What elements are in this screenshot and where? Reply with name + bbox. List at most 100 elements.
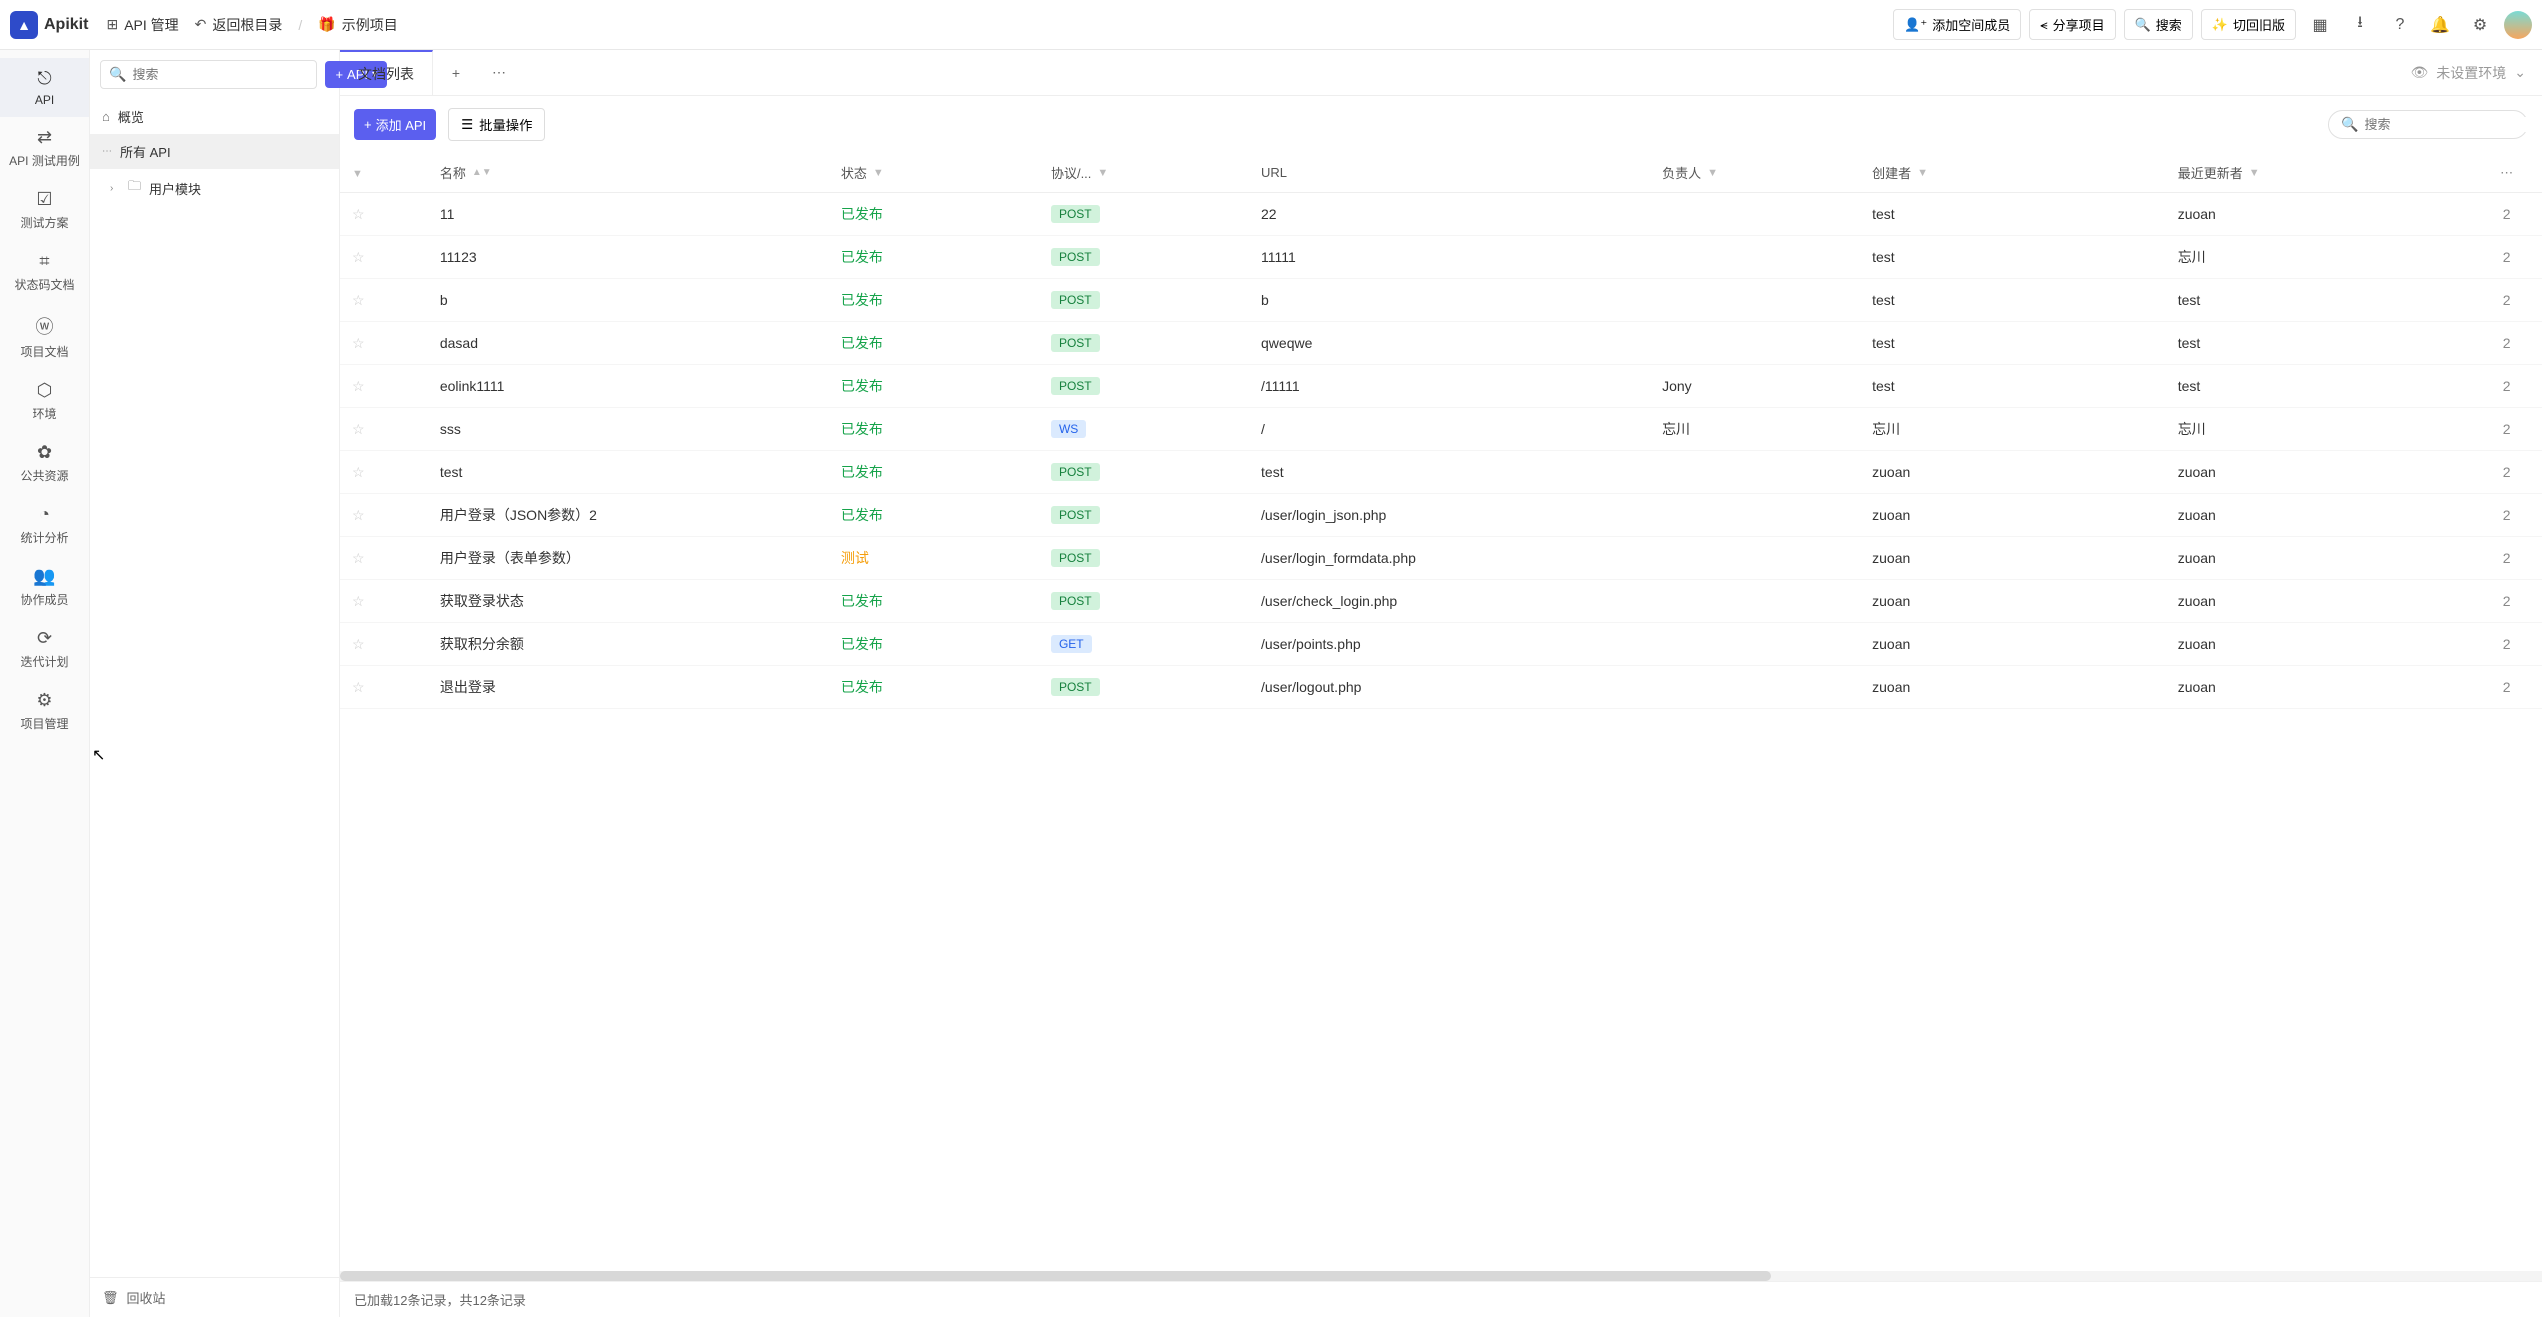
filter-icon[interactable]: ▼: [2249, 167, 2260, 179]
table-row[interactable]: ☆ 退出登录 已发布 POST /user/logout.php zuoan z…: [340, 666, 2542, 709]
filter-icon[interactable]: ▼: [1707, 167, 1718, 179]
download-icon[interactable]: ⭳: [2344, 9, 2376, 41]
star-icon[interactable]: ☆: [352, 679, 365, 695]
table-row[interactable]: ☆ 11123 已发布 POST 11111 test 忘川 2: [340, 236, 2542, 279]
share-project-button[interactable]: ⪪ 分享项目: [2029, 9, 2115, 40]
rail-item-1[interactable]: ⇄API 测试用例: [0, 117, 89, 179]
star-icon[interactable]: ☆: [352, 464, 365, 480]
filter-icon[interactable]: ▼: [1917, 167, 1928, 179]
wand-icon: ✨: [2212, 17, 2228, 33]
back-root-nav[interactable]: ↶ 返回根目录: [195, 15, 283, 35]
add-api-button[interactable]: + 添加 API: [354, 109, 436, 140]
project-breadcrumb[interactable]: 🎁 示例项目: [318, 15, 397, 35]
more-icon[interactable]: ⋯: [2500, 165, 2513, 180]
rail-item-4[interactable]: ⓦ项目文档: [0, 303, 89, 370]
rail-label: 环境: [32, 405, 56, 422]
rail-item-2[interactable]: ☑测试方案: [0, 179, 89, 241]
cell-url: /user/login_json.php: [1249, 494, 1650, 537]
breadcrumb-separator: /: [298, 17, 302, 33]
filter-icon[interactable]: ▼: [1097, 167, 1108, 179]
logo[interactable]: ▲ Apikit: [10, 11, 88, 39]
cell-owner: [1650, 279, 1860, 322]
scrollbar-thumb[interactable]: [340, 1271, 1771, 1281]
sidebar-search-input[interactable]: [132, 67, 308, 82]
search-button[interactable]: 🔍 搜索: [2124, 9, 2193, 40]
tree-all-api[interactable]: ⋯ 所有 API: [90, 134, 339, 169]
filter-icon[interactable]: ▼: [873, 167, 884, 179]
table-wrap[interactable]: ▼ 名称▲▼ 状态▼ 协议/...▼ URL 负责人▼ 创建者▼ 最近更新者▼ …: [340, 153, 2542, 1271]
star-icon[interactable]: ☆: [352, 593, 365, 609]
cell-creator: zuoan: [1860, 451, 2166, 494]
tab-add[interactable]: +: [433, 50, 479, 95]
table-row[interactable]: ☆ test 已发布 POST test zuoan zuoan 2: [340, 451, 2542, 494]
star-icon[interactable]: ☆: [352, 636, 365, 652]
bell-icon[interactable]: 🔔: [2424, 9, 2456, 41]
table-search-input[interactable]: [2364, 117, 2540, 132]
gear-icon[interactable]: ⚙: [2464, 9, 2496, 41]
star-icon[interactable]: ☆: [352, 292, 365, 308]
col-status[interactable]: 状态: [841, 163, 867, 182]
calendar-icon[interactable]: ▦: [2304, 9, 2336, 41]
table-row[interactable]: ☆ 用户登录（表单参数） 测试 POST /user/login_formdat…: [340, 537, 2542, 580]
share-label: 分享项目: [2053, 15, 2105, 34]
col-protocol[interactable]: 协议/...: [1051, 163, 1091, 182]
batch-button[interactable]: ☰ 批量操作: [448, 108, 545, 141]
tab-more[interactable]: ⋯: [479, 50, 519, 95]
star-icon[interactable]: ☆: [352, 550, 365, 566]
tree-overview[interactable]: ⌂ 概览: [90, 99, 339, 134]
star-icon[interactable]: ☆: [352, 378, 365, 394]
help-icon[interactable]: ?: [2384, 9, 2416, 41]
filter-icon[interactable]: ▼: [352, 168, 363, 180]
table-row[interactable]: ☆ eolink1111 已发布 POST /11111 Jony test t…: [340, 365, 2542, 408]
tab-doc-list[interactable]: 文档列表: [340, 50, 433, 95]
cell-url: /user/logout.php: [1249, 666, 1650, 709]
rail-item-8[interactable]: 👥协作成员: [0, 556, 89, 618]
col-owner[interactable]: 负责人: [1662, 163, 1701, 182]
sidebar-search[interactable]: 🔍: [100, 60, 317, 89]
api-management-nav[interactable]: ⊞ API 管理: [106, 15, 178, 35]
sort-icon[interactable]: ▲▼: [472, 170, 492, 176]
cell-extra: 2: [2471, 451, 2542, 494]
left-rail: ⎋API⇄API 测试用例☑测试方案⌗状态码文档ⓦ项目文档⬡环境✿公共资源◔统计…: [0, 50, 90, 1317]
col-url[interactable]: URL: [1261, 165, 1287, 180]
cell-extra: 2: [2471, 580, 2542, 623]
table-row[interactable]: ☆ sss 已发布 WS / 忘川 忘川 忘川 2: [340, 408, 2542, 451]
rail-item-10[interactable]: ⚙项目管理: [0, 680, 89, 742]
table-row[interactable]: ☆ 获取积分余额 已发布 GET /user/points.php zuoan …: [340, 623, 2542, 666]
rail-item-6[interactable]: ✿公共资源: [0, 432, 89, 494]
table-row[interactable]: ☆ dasad 已发布 POST qweqwe test test 2: [340, 322, 2542, 365]
rail-item-3[interactable]: ⌗状态码文档: [0, 241, 89, 303]
method-badge: POST: [1051, 334, 1100, 352]
table-row[interactable]: ☆ 用户登录（JSON参数）2 已发布 POST /user/login_jso…: [340, 494, 2542, 537]
cell-updater: test: [2166, 322, 2472, 365]
col-updater[interactable]: 最近更新者: [2178, 163, 2243, 182]
star-icon[interactable]: ☆: [352, 206, 365, 222]
table-row[interactable]: ☆ 11 已发布 POST 22 test zuoan 2: [340, 193, 2542, 236]
star-icon[interactable]: ☆: [352, 507, 365, 523]
col-creator[interactable]: 创建者: [1872, 163, 1911, 182]
col-name[interactable]: 名称: [440, 163, 466, 182]
env-selector[interactable]: 👁 未设置环境 ⌄: [2394, 50, 2542, 95]
cell-extra: 2: [2471, 623, 2542, 666]
cell-status: 已发布: [841, 593, 883, 609]
star-icon[interactable]: ☆: [352, 249, 365, 265]
rail-item-7[interactable]: ◔统计分析: [0, 494, 89, 556]
tree-user-module[interactable]: › 🗀 用户模块: [90, 169, 339, 207]
star-icon[interactable]: ☆: [352, 335, 365, 351]
rail-item-0[interactable]: ⎋API: [0, 58, 89, 117]
star-icon[interactable]: ☆: [352, 421, 365, 437]
cell-creator: test: [1860, 279, 2166, 322]
rail-label: 状态码文档: [14, 276, 74, 293]
table-row[interactable]: ☆ 获取登录状态 已发布 POST /user/check_login.php …: [340, 580, 2542, 623]
table-row[interactable]: ☆ b 已发布 POST b test test 2: [340, 279, 2542, 322]
rail-item-9[interactable]: ⟳迭代计划: [0, 618, 89, 680]
switch-old-button[interactable]: ✨ 切回旧版: [2201, 9, 2296, 40]
rail-label: 项目文档: [20, 343, 68, 360]
avatar[interactable]: [2504, 11, 2532, 39]
sidebar-recycle[interactable]: 🗑 回收站: [90, 1277, 339, 1317]
method-badge: WS: [1051, 420, 1086, 438]
rail-item-5[interactable]: ⬡环境: [0, 370, 89, 432]
add-member-button[interactable]: 👤⁺ 添加空间成员: [1893, 9, 2021, 40]
horizontal-scrollbar[interactable]: [340, 1271, 2542, 1281]
table-search[interactable]: 🔍: [2328, 110, 2528, 139]
